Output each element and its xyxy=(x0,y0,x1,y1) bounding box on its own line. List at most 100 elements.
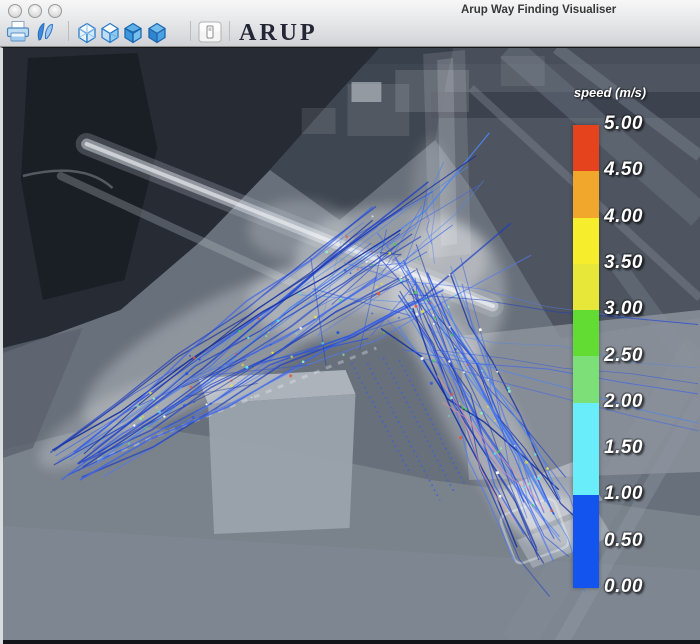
agent-speck xyxy=(185,372,188,375)
agent-speck xyxy=(136,405,139,408)
agent-speck xyxy=(494,420,496,422)
draw-button[interactable] xyxy=(32,19,58,45)
agent-speck xyxy=(336,331,339,334)
agent-speck xyxy=(454,348,457,351)
agent-speck xyxy=(133,424,135,426)
agent-speck xyxy=(471,375,473,377)
agent-speck xyxy=(450,396,453,399)
agent-speck xyxy=(487,406,489,408)
agent-speck xyxy=(499,495,502,498)
agent-speck xyxy=(266,335,268,337)
agent-speck xyxy=(496,471,499,474)
agent-speck xyxy=(158,411,161,414)
agent-speck xyxy=(139,435,141,437)
agent-speck xyxy=(476,426,478,428)
agent-speck xyxy=(414,291,417,294)
agent-speck xyxy=(145,427,147,429)
agent-speck xyxy=(268,332,270,334)
agent-speck xyxy=(459,436,462,439)
window-chrome: Arup Way Finding Visualiser xyxy=(0,0,700,47)
agent-speck xyxy=(496,371,498,373)
agent-speck xyxy=(506,509,508,511)
panel-icon xyxy=(198,21,222,43)
cube-hiddenline-icon xyxy=(98,20,122,45)
viewport-3d[interactable]: speed (m/s) 5.004.504.003.503.002.502.00… xyxy=(0,47,700,644)
agent-speck xyxy=(514,445,516,447)
agent-speck xyxy=(163,415,165,417)
agent-speck xyxy=(381,283,383,285)
view-solid-button[interactable] xyxy=(144,19,170,45)
agent-speck xyxy=(550,509,553,512)
agent-speck xyxy=(418,258,420,260)
agent-speck xyxy=(183,404,186,407)
toolbar-separator xyxy=(229,21,230,41)
agent-speck xyxy=(193,356,196,359)
agent-speck xyxy=(534,453,536,455)
agent-speck xyxy=(433,323,435,325)
agent-speck xyxy=(372,264,374,266)
agent-speck xyxy=(414,305,417,308)
window-bottom-edge xyxy=(3,640,700,644)
toolbar: ARUP xyxy=(0,18,700,46)
agent-speck xyxy=(290,355,293,358)
agent-speck xyxy=(454,295,456,297)
agent-speck xyxy=(149,392,151,394)
agent-speck xyxy=(470,414,472,416)
agent-speck xyxy=(383,332,385,334)
minimize-button[interactable] xyxy=(28,4,42,18)
agent-speck xyxy=(528,482,531,485)
agent-speck xyxy=(434,317,436,319)
agent-speck xyxy=(344,269,347,272)
agent-speck xyxy=(357,268,359,270)
agent-speck xyxy=(508,390,511,393)
agent-speck xyxy=(400,279,403,282)
agent-speck xyxy=(479,328,482,331)
agent-speck xyxy=(393,243,396,246)
agent-speck xyxy=(257,318,259,320)
agent-speck xyxy=(314,316,317,319)
agent-speck xyxy=(230,384,233,387)
agent-speck xyxy=(230,379,232,381)
agent-speck xyxy=(532,504,534,506)
agent-speck xyxy=(271,352,273,354)
toolbar-separator xyxy=(68,21,69,41)
cube-solid-icon xyxy=(145,20,169,45)
agent-speck xyxy=(128,442,130,444)
agent-speck xyxy=(546,467,549,470)
agent-speck xyxy=(465,408,468,411)
cube-wireframe-icon xyxy=(75,20,99,45)
agent-speck xyxy=(487,379,489,381)
agent-speck xyxy=(190,386,193,389)
agent-speck xyxy=(422,283,424,285)
printer-icon xyxy=(5,20,31,44)
agent-speck xyxy=(430,382,433,385)
agent-speck xyxy=(371,251,373,253)
agent-speck xyxy=(401,276,403,278)
agent-speck xyxy=(421,357,424,360)
agent-speck xyxy=(371,313,373,315)
zoom-button[interactable] xyxy=(48,4,62,18)
agent-speck xyxy=(209,380,211,382)
agent-speck xyxy=(525,461,528,464)
agent-speck xyxy=(432,314,434,316)
agent-speck xyxy=(410,309,412,311)
agent-speck xyxy=(345,235,348,238)
agent-speck xyxy=(463,371,465,373)
agent-speck xyxy=(192,416,195,419)
agent-speck xyxy=(366,261,368,263)
agent-speck xyxy=(425,299,427,301)
agent-speck xyxy=(209,403,211,405)
agent-speck xyxy=(302,360,305,363)
agent-speck xyxy=(480,412,483,415)
agent-speck xyxy=(277,320,280,323)
panel-toggle-button[interactable] xyxy=(197,19,223,45)
agent-speck xyxy=(295,333,297,335)
view-transparent-button[interactable] xyxy=(120,19,146,45)
close-button[interactable] xyxy=(8,4,22,18)
agent-speck xyxy=(153,397,155,399)
agent-speck xyxy=(341,244,343,246)
print-button[interactable] xyxy=(5,19,31,45)
agent-speck xyxy=(429,302,431,304)
agent-speck xyxy=(342,354,344,356)
agent-speck xyxy=(448,415,450,417)
